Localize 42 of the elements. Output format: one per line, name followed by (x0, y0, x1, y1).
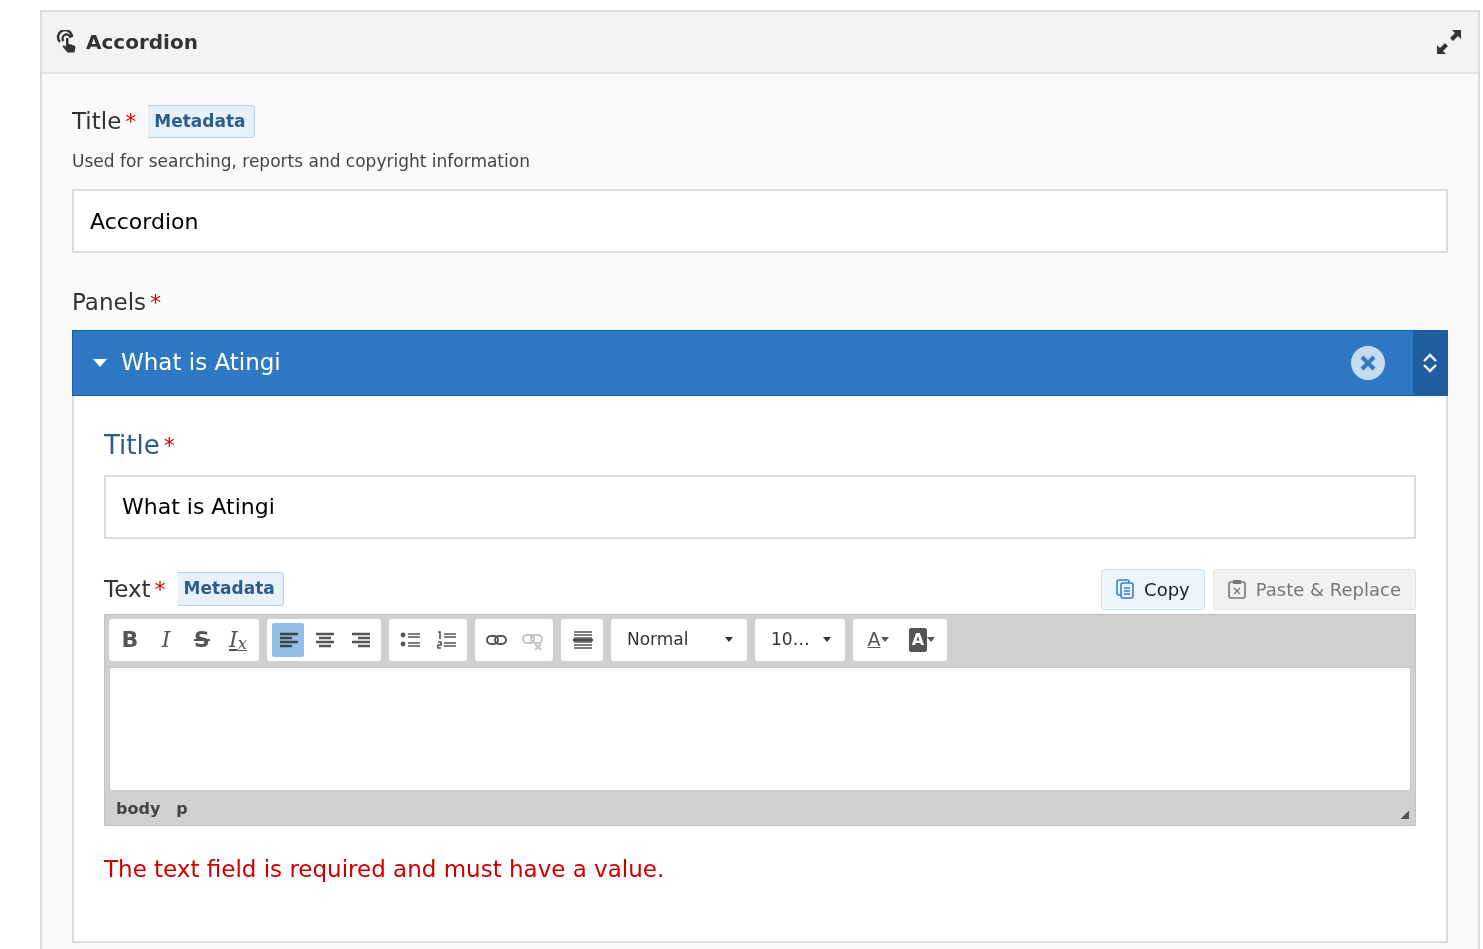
required-asterisk: * (163, 431, 175, 460)
panel-toggle[interactable]: What is Atingi (73, 344, 1351, 381)
metadata-tag[interactable]: Metadata (177, 572, 284, 606)
copy-icon (1116, 579, 1135, 599)
italic-button[interactable]: I (150, 622, 182, 657)
caret-icon (823, 637, 831, 642)
field-label: Title (72, 107, 122, 136)
required-asterisk: * (154, 575, 166, 604)
element-path-item[interactable]: p (176, 796, 188, 821)
error-message: The text field is required and must have a value. (104, 854, 666, 884)
size-dropdown[interactable]: 10… (755, 618, 845, 661)
move-up-icon[interactable] (1423, 352, 1437, 362)
touch-icon (56, 30, 78, 54)
strikethrough-button[interactable]: S (186, 622, 218, 657)
field-label: Text (104, 574, 151, 604)
caret-icon (93, 357, 107, 368)
expand-icon[interactable] (1434, 27, 1464, 57)
horizontal-rule-icon (571, 629, 593, 650)
caret-icon (725, 637, 733, 642)
bold-button[interactable]: B (114, 622, 146, 657)
move-down-icon[interactable] (1423, 363, 1437, 373)
text-color-button[interactable]: A (858, 622, 898, 657)
remove-panel-icon[interactable] (1351, 345, 1385, 380)
widget-title: Accordion (86, 29, 198, 56)
caret-icon (927, 637, 936, 642)
align-left-button[interactable] (272, 622, 304, 657)
caret-icon (880, 637, 889, 642)
background-color-button[interactable]: A (902, 622, 942, 657)
format-dropdown[interactable]: Normal (611, 618, 747, 661)
field-label: Title (104, 428, 160, 462)
clipboard-icon (1227, 579, 1246, 599)
required-asterisk: * (125, 107, 137, 136)
metadata-tag[interactable]: Metadata (148, 104, 255, 138)
numbered-list-icon (435, 629, 457, 650)
field-description: Used for searching, reports and copyright information (72, 149, 531, 173)
panel-title-input[interactable]: What is Atingi (104, 474, 1416, 539)
element-path-item[interactable]: body (116, 796, 161, 821)
field-label: Panels (72, 288, 147, 317)
clear-format-button[interactable]: I$_{x}$ (222, 622, 254, 657)
required-asterisk: * (150, 288, 162, 317)
title-input[interactable]: Accordion (72, 189, 1448, 253)
copy-button[interactable]: Copy (1101, 568, 1205, 610)
